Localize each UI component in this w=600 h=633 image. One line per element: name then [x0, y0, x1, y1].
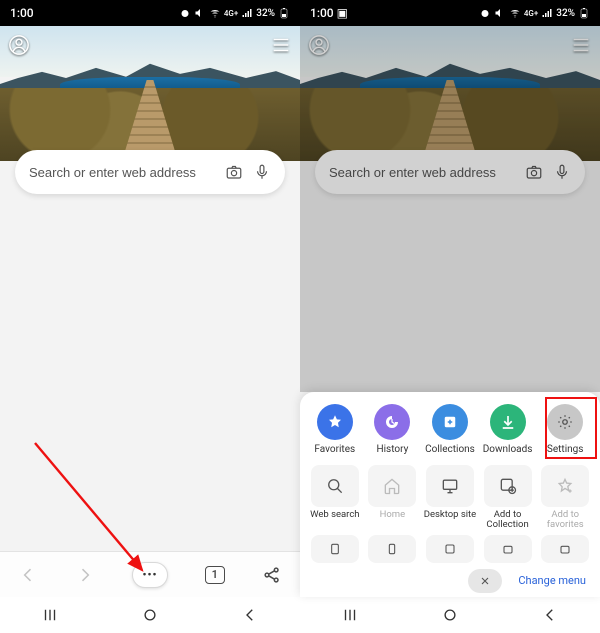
- battery-icon: [578, 7, 590, 19]
- hamburger-icon[interactable]: [270, 34, 292, 56]
- favorites-label: Favorites: [314, 444, 355, 455]
- home-icon[interactable]: [141, 606, 159, 624]
- annotation-arrow: [30, 438, 170, 602]
- star-plus-icon: [555, 476, 575, 496]
- favorites-action[interactable]: Favorites: [307, 404, 363, 455]
- battery-icon: [278, 7, 290, 19]
- menu-sheet: Favorites History Collections Downloads …: [300, 392, 600, 597]
- collections-label: Collections: [425, 444, 475, 455]
- recents-icon[interactable]: [41, 606, 59, 624]
- home-icon: [382, 476, 402, 496]
- status-right: 4G+ 32%: [179, 7, 290, 19]
- close-icon: [479, 575, 491, 587]
- signal-icon: [541, 7, 553, 19]
- phone-right: 1:00 ▣ 4G+ 32%: [300, 0, 600, 633]
- share-icon[interactable]: [262, 565, 282, 585]
- change-menu-link[interactable]: Change menu: [518, 574, 586, 587]
- downloads-action[interactable]: Downloads: [480, 404, 536, 455]
- camera-icon[interactable]: [225, 163, 243, 181]
- web-search-action[interactable]: Web search: [307, 465, 363, 531]
- mic-icon[interactable]: [253, 163, 271, 181]
- search-icon: [325, 476, 345, 496]
- search-input[interactable]: [29, 165, 215, 180]
- desktop-site-action[interactable]: Desktop site: [422, 465, 478, 531]
- sheet-row3: [306, 535, 594, 563]
- status-battery: 32%: [556, 8, 575, 19]
- downloads-label: Downloads: [483, 444, 533, 455]
- sheet-row2: Web search Home Desktop site Add to Coll…: [306, 465, 594, 531]
- sheet-footer: Change menu: [306, 567, 594, 593]
- wifi-icon: [509, 7, 521, 19]
- tabs-button[interactable]: 1: [205, 566, 225, 584]
- status-time: 1:00: [310, 6, 334, 20]
- status-right: 4G+ 32%: [479, 7, 590, 19]
- search-bar[interactable]: [15, 150, 285, 194]
- annotation-highlight-settings: [545, 397, 597, 459]
- mute-icon: [194, 7, 206, 19]
- desktop-icon: [440, 476, 460, 496]
- add-favorite-action: Add to favorites: [537, 465, 593, 531]
- download-icon: [499, 413, 517, 431]
- android-nav: [300, 597, 600, 633]
- phone-left: 1:00 4G+ 32%: [0, 0, 300, 633]
- wifi-icon: [209, 7, 221, 19]
- star-icon: [326, 413, 344, 431]
- dim-overlay: [300, 26, 600, 392]
- add-collection-action[interactable]: Add to Collection: [480, 465, 536, 531]
- history-action[interactable]: History: [364, 404, 420, 455]
- history-icon: [383, 413, 401, 431]
- status-time: 1:00: [10, 6, 34, 20]
- status-bar: 1:00 4G+ 32%: [0, 0, 300, 26]
- status-bar: 1:00 ▣ 4G+ 32%: [300, 0, 600, 26]
- android-back-icon[interactable]: [241, 606, 259, 624]
- status-battery: 32%: [256, 8, 275, 19]
- mute-icon: [494, 7, 506, 19]
- alarm-icon: [479, 7, 491, 19]
- tile-icon: [500, 541, 516, 557]
- signal-icon: [241, 7, 253, 19]
- tile-icon: [384, 541, 400, 557]
- close-sheet-button[interactable]: [468, 569, 502, 593]
- add-collection-icon: [498, 476, 518, 496]
- tile-icon: [442, 541, 458, 557]
- home-icon[interactable]: [441, 606, 459, 624]
- tile-icon: [557, 541, 573, 557]
- android-back-icon[interactable]: [541, 606, 559, 624]
- profile-icon[interactable]: [8, 34, 30, 56]
- home-action: Home: [364, 465, 420, 531]
- alarm-icon: [179, 7, 191, 19]
- tile-icon: [327, 541, 343, 557]
- screenshot-icon: ▣: [337, 6, 348, 20]
- history-label: History: [376, 444, 408, 455]
- hero-image: [0, 26, 300, 161]
- recents-icon[interactable]: [341, 606, 359, 624]
- android-nav: [0, 597, 300, 633]
- collections-action[interactable]: Collections: [422, 404, 478, 455]
- collections-icon: [441, 413, 459, 431]
